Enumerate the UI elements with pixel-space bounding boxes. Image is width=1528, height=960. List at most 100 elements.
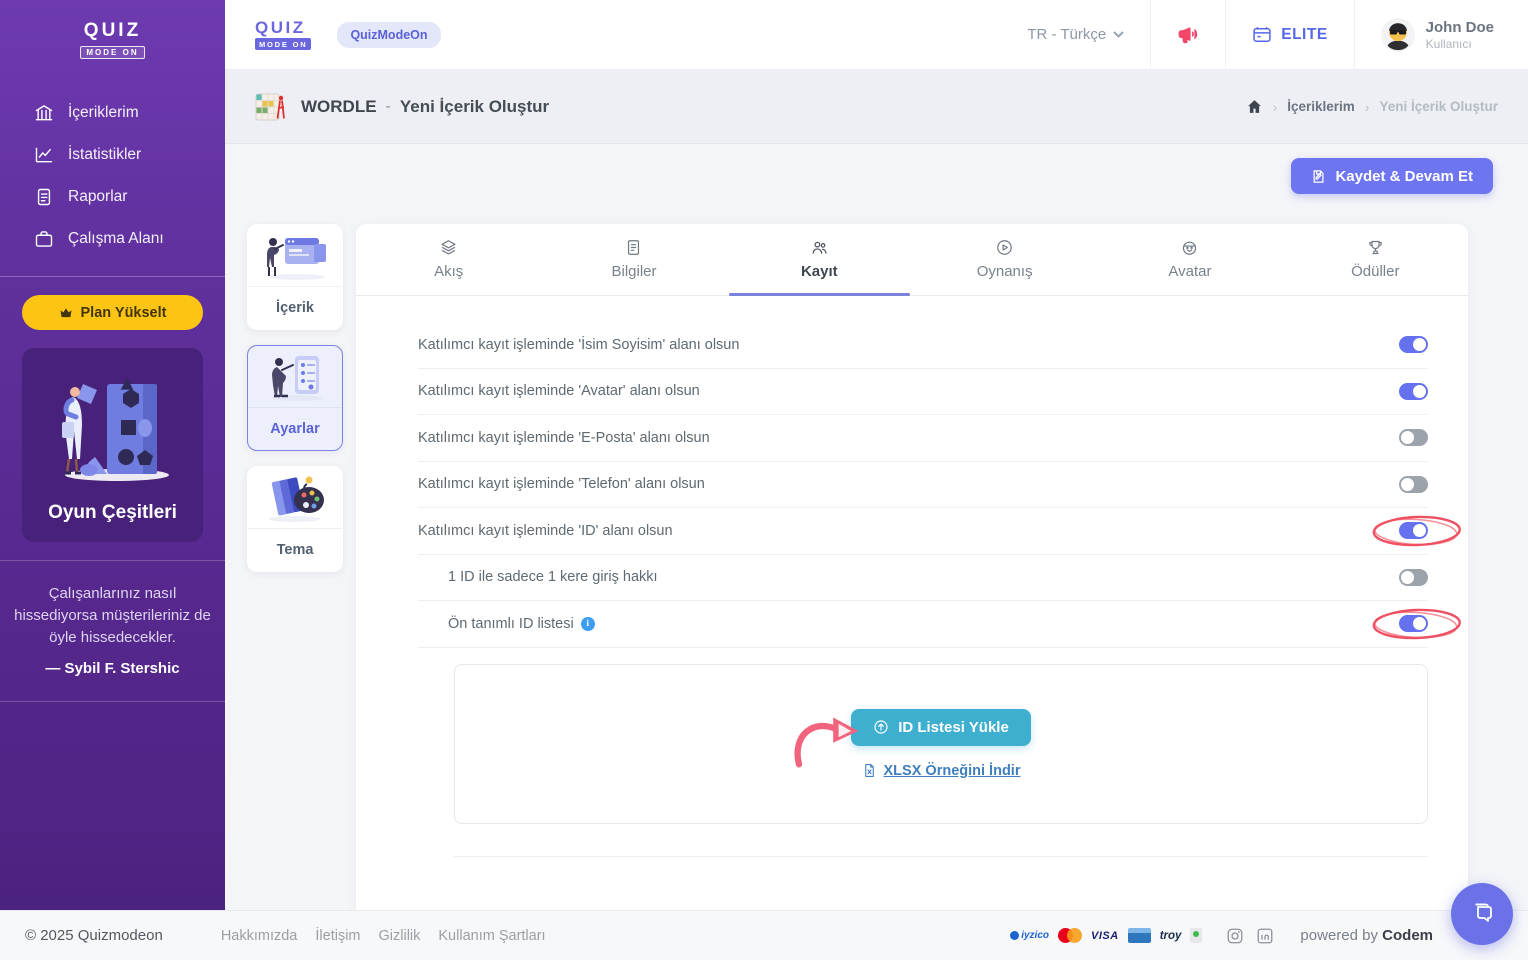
sidebar-item-workspace[interactable]: Çalışma Alanı [0, 218, 225, 260]
tab-info[interactable]: Bilgiler [541, 224, 726, 295]
visa-logo: VISA [1091, 929, 1119, 942]
workspace-badge[interactable]: QuizModeOn [337, 21, 441, 48]
toggle-id[interactable] [1399, 522, 1428, 540]
breadcrumb-contents[interactable]: İçeriklerim [1287, 99, 1355, 114]
reports-icon [37, 188, 51, 206]
footer-link-privacy[interactable]: Gizlilik [379, 928, 421, 944]
settings-section-nav: İçerik Ayarlar Tema [247, 224, 343, 587]
header-right: TR - Türkçe ELITE John Doe Kullanıcı [1001, 0, 1528, 69]
setting-row-name-surname: Katılımcı kayıt işleminde 'İsim Soyisim'… [418, 322, 1428, 369]
upload-id-list-label: ID Listesi Yükle [898, 718, 1009, 736]
payment-methods: iyzico VISA troy [1010, 928, 1203, 943]
sidebar-logo[interactable]: QUIZ MODE ON [0, 0, 225, 74]
mastercard-logo [1058, 928, 1082, 943]
footer-link-contact[interactable]: İletişim [315, 928, 360, 944]
header-logo[interactable]: QUIZ MODE ON [225, 0, 312, 69]
game-types-label: Oyun Çeşitleri [48, 502, 177, 523]
info-icon[interactable]: i [580, 616, 595, 631]
section-card-theme[interactable]: Tema [247, 466, 343, 572]
content-illustration [267, 237, 326, 280]
toggle-phone[interactable] [1399, 475, 1428, 493]
toggle-email[interactable] [1399, 429, 1428, 447]
troy-logo: troy [1159, 929, 1182, 942]
language-selector[interactable]: TR - Türkçe [1001, 0, 1150, 69]
logo-text: QUIZ [83, 20, 142, 41]
avatar [1380, 17, 1415, 52]
linkedin-icon[interactable] [1256, 927, 1274, 945]
section-card-settings[interactable]: Ayarlar [247, 345, 343, 451]
chat-icon [1475, 903, 1492, 922]
breadcrumb-current: Yeni İçerik Oluştur [1379, 99, 1498, 114]
language-label: TR - Türkçe [1027, 26, 1107, 43]
setting-row-id: Katılımcı kayıt işleminde 'ID' alanı ols… [418, 508, 1461, 555]
library-icon [35, 105, 53, 121]
plan-badge-label: ELITE [1281, 25, 1328, 43]
page-title-game: WORDLE [301, 96, 377, 116]
upload-id-list-button[interactable]: ID Listesi Yükle [851, 708, 1031, 746]
settings-illustration [271, 355, 323, 401]
stats-icon [35, 147, 53, 163]
logo-subtext: MODE ON [255, 38, 312, 50]
footer-right: iyzico VISA troy powered by Codem [1010, 927, 1503, 945]
sidebar-item-statistics[interactable]: İstatistikler [0, 134, 225, 176]
sidebar-item-label: İstatistikler [68, 146, 142, 163]
tab-avatar[interactable]: Avatar [1097, 224, 1282, 295]
page-title: Yeni İçerik Oluştur [399, 96, 550, 116]
sidebar-item-reports[interactable]: Raporlar [0, 176, 225, 218]
setting-row-single-login: 1 ID ile sadece 1 kere giriş hakkı [418, 555, 1428, 601]
tab-register[interactable]: Kayıt [727, 224, 912, 296]
tab-gameplay[interactable]: Oynanış [912, 224, 1097, 295]
tab-flow-icon [441, 240, 456, 255]
toggle-name-surname[interactable] [1399, 336, 1428, 354]
sidebar-item-label: Raporlar [68, 188, 128, 205]
tab-avatar-icon [1183, 241, 1197, 255]
save-continue-label: Kaydet & Devam Et [1335, 167, 1473, 185]
plan-badge[interactable]: ELITE [1225, 0, 1353, 69]
card-logo [1127, 928, 1151, 943]
game-types-illustration [62, 378, 169, 481]
secure-payment-icon [1190, 928, 1203, 943]
title-bar: WORDLE - Yeni İçerik Oluştur › İçerikler… [225, 70, 1528, 144]
breadcrumb-separator: › [1364, 98, 1370, 115]
section-card-content[interactable]: İçerik [247, 224, 343, 330]
toggle-predefined-ids[interactable] [1399, 615, 1428, 633]
download-xlsx-sample-link[interactable]: XLSX Örneğini İndir [862, 762, 1021, 779]
megaphone-icon [1178, 26, 1198, 43]
crown-icon [59, 307, 72, 318]
chevron-down-icon [1113, 31, 1124, 38]
sidebar-nav: İçeriklerim İstatistikler Raporlar Çalış… [0, 74, 225, 268]
download-xlsx-sample-label: XLSX Örneğini İndir [883, 762, 1021, 779]
section-label-settings: Ayarlar [270, 421, 320, 437]
sidebar-item-label: Çalışma Alanı [68, 230, 164, 247]
toggle-avatar[interactable] [1399, 382, 1428, 400]
user-name: John Doe [1425, 18, 1494, 36]
footer-link-terms[interactable]: Kullanım Şartları [438, 928, 545, 944]
toggle-single-login[interactable] [1399, 568, 1428, 586]
setting-row-phone: Katılımcı kayıt işleminde 'Telefon' alan… [418, 462, 1428, 508]
setting-row-predefined-ids: Ön tanımlı ID listesi i [418, 601, 1461, 648]
instagram-icon[interactable] [1226, 927, 1244, 945]
tab-gameplay-icon [997, 240, 1012, 255]
breadcrumb: › İçeriklerim › Yeni İçerik Oluştur [1246, 98, 1498, 115]
iyzico-logo: iyzico [1010, 930, 1049, 941]
announcements-button[interactable] [1150, 0, 1225, 69]
setting-row-avatar: Katılımcı kayıt işleminde 'Avatar' alanı… [418, 369, 1428, 415]
sidebar-divider [0, 276, 225, 277]
section-label-content: İçerik [276, 300, 314, 316]
top-header: QUIZ MODE ON QuizModeOn TR - Türkçe ELIT… [225, 0, 1528, 70]
user-menu[interactable]: John Doe Kullanıcı [1353, 0, 1528, 69]
save-continue-button[interactable]: Kaydet & Devam Et [1291, 158, 1493, 194]
quote-text: Çalışanlarınız nasıl hissediyorsa müşter… [14, 585, 211, 646]
sidebar-item-contents[interactable]: İçeriklerim [0, 92, 225, 134]
footer-link-about[interactable]: Hakkımızda [221, 928, 298, 944]
tab-rewards[interactable]: Ödüller [1283, 224, 1468, 295]
home-icon[interactable] [1246, 98, 1263, 115]
upgrade-plan-button[interactable]: Plan Yükselt [22, 295, 203, 330]
sidebar-item-label: İçeriklerim [68, 104, 139, 121]
settings-panel: Akış Bilgiler Kayıt Oynanış Avatar Ödüll… [356, 224, 1468, 910]
tab-flow[interactable]: Akış [356, 224, 541, 295]
chat-support-button[interactable] [1451, 883, 1513, 945]
tab-info-icon [628, 240, 640, 255]
game-types-card[interactable]: Oyun Çeşitleri [22, 348, 203, 542]
quote-block: Çalışanlarınız nasıl hissediyorsa müşter… [0, 560, 225, 703]
